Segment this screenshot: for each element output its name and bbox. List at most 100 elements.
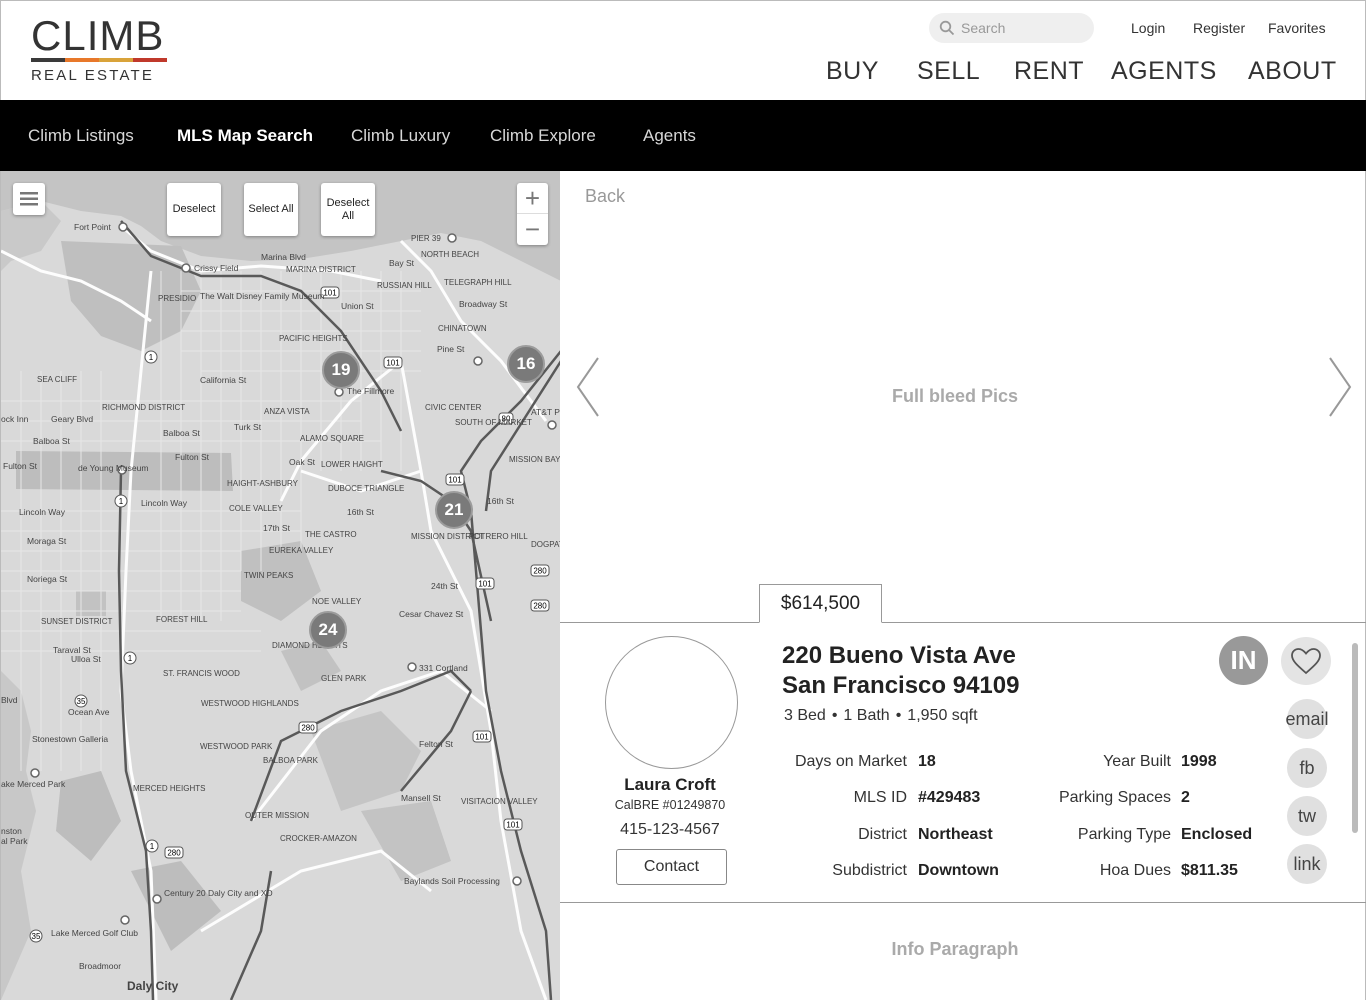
listing-cluster-marker[interactable]: 21 xyxy=(435,491,473,529)
listing-summary: Laura Croft CalBRE #01249870 415-123-456… xyxy=(560,622,1366,903)
share-email-button[interactable]: email xyxy=(1286,699,1329,739)
favorites-link[interactable]: Favorites xyxy=(1268,20,1326,36)
subnav-climb-explore[interactable]: Climb Explore xyxy=(490,126,596,146)
favorite-button[interactable] xyxy=(1281,637,1331,685)
nav-agents[interactable]: AGENTS xyxy=(1111,57,1217,86)
subnav-agents[interactable]: Agents xyxy=(643,126,696,146)
sub-navigation: Climb Listings MLS Map Search Climb Luxu… xyxy=(0,100,1366,171)
map-label: The Fillmore xyxy=(347,386,395,396)
logo[interactable]: CLIMB REAL ESTATE xyxy=(31,15,167,84)
map-label: Daly City xyxy=(127,979,179,993)
status-badge: IN xyxy=(1219,636,1268,685)
deselect-all-button[interactable]: Deselect All xyxy=(321,183,375,236)
deselect-button[interactable]: Deselect xyxy=(167,183,221,236)
map-label: Blvd xyxy=(1,695,18,705)
baths: 1 Bath xyxy=(843,707,890,724)
layers-menu-button[interactable] xyxy=(13,183,45,215)
map-label: Mansell St xyxy=(401,793,441,803)
map-label: Felton St xyxy=(419,739,454,749)
fact-value: 1998 xyxy=(1181,753,1217,770)
fact-label: Parking Spaces xyxy=(1058,789,1171,806)
map-label: Lake Merced Golf Club xyxy=(51,928,138,938)
map-label: California St xyxy=(200,375,247,385)
detail-scrollbar[interactable] xyxy=(1352,643,1358,833)
map-label: Balboa St xyxy=(163,428,200,438)
agent-avatar xyxy=(605,636,738,769)
map-label: ANZA VISTA xyxy=(264,407,310,416)
map-label: Pine St xyxy=(437,344,465,354)
site-header: CLIMB REAL ESTATE Login Register Favorit… xyxy=(0,0,1366,100)
map-label: THE CASTRO xyxy=(305,530,357,539)
map-canvas[interactable]: 101 101 101 101 101 101 1 1 1 1 280 280 … xyxy=(1,171,560,1000)
map-label: Broadway St xyxy=(459,299,508,309)
login-link[interactable]: Login xyxy=(1131,20,1165,36)
svg-text:280: 280 xyxy=(167,849,181,858)
map-label: PACIFIC HEIGHTS xyxy=(279,334,348,343)
fact-label: Year Built xyxy=(1103,753,1171,770)
map-label: DOGPATCH xyxy=(531,540,560,549)
map-label: de Young Museum xyxy=(78,463,148,473)
listing-specs: 3 Bed • 1 Bath • 1,950 sqft xyxy=(784,707,978,724)
listing-cluster-marker[interactable]: 16 xyxy=(507,345,545,383)
map-label: CHINATOWN xyxy=(438,324,487,333)
map-label: Cesar Chavez St xyxy=(399,609,464,619)
zoom-in-button[interactable]: + xyxy=(517,183,548,214)
register-link[interactable]: Register xyxy=(1193,20,1245,36)
svg-text:280: 280 xyxy=(301,724,315,733)
agent-phone[interactable]: 415-123-4567 xyxy=(600,821,740,839)
info-paragraph-placeholder: Info Paragraph xyxy=(891,939,1019,959)
map-label: 24th St xyxy=(431,581,459,591)
map-label: Ocean Ave xyxy=(68,707,110,717)
map-label: EUREKA VALLEY xyxy=(269,546,334,555)
listing-cluster-marker[interactable]: 24 xyxy=(309,611,347,649)
select-all-button[interactable]: Select All xyxy=(244,183,298,236)
fact-value: Northeast xyxy=(918,826,993,843)
address-line-1: 220 Bueno Vista Ave xyxy=(782,642,1016,669)
map-view[interactable]: 101 101 101 101 101 101 1 1 1 1 280 280 … xyxy=(0,171,560,1000)
search-icon xyxy=(939,20,955,36)
listing-cluster-marker[interactable]: 19 xyxy=(322,351,360,389)
share-link-button[interactable]: link xyxy=(1287,844,1327,884)
subnav-climb-luxury[interactable]: Climb Luxury xyxy=(351,126,450,146)
map-label: Century 20 Daly City and XD xyxy=(164,888,273,898)
listing-detail-panel: Back Full bleed Pics $614,500 Laura Crof… xyxy=(560,171,1366,1000)
nav-sell[interactable]: SELL xyxy=(917,57,980,86)
search-input[interactable] xyxy=(961,20,1091,36)
share-facebook-button[interactable]: fb xyxy=(1287,748,1327,788)
nav-buy[interactable]: BUY xyxy=(826,57,879,86)
nav-about[interactable]: ABOUT xyxy=(1248,57,1337,86)
zoom-out-button[interactable]: − xyxy=(517,214,548,245)
back-link[interactable]: Back xyxy=(585,186,625,207)
photo-gallery-placeholder: Full bleed Pics xyxy=(891,386,1019,406)
next-photo-arrow[interactable] xyxy=(1324,356,1354,418)
hwy-shield: 101 xyxy=(323,289,337,298)
map-label: NORTH BEACH xyxy=(421,250,479,259)
svg-text:1: 1 xyxy=(150,842,155,851)
nav-rent[interactable]: RENT xyxy=(1014,57,1084,86)
svg-text:280: 280 xyxy=(533,602,547,611)
map-label: nston xyxy=(1,826,22,836)
map-label: NOE VALLEY xyxy=(312,597,362,606)
map-label: Geary Blvd xyxy=(51,414,93,424)
map-label: WESTWOOD PARK xyxy=(200,742,273,751)
subnav-mls-map-search[interactable]: MLS Map Search xyxy=(177,126,313,146)
map-label: Fulton St xyxy=(175,452,210,462)
subnav-climb-listings[interactable]: Climb Listings xyxy=(28,126,134,146)
map-label: POTRERO HILL xyxy=(469,532,528,541)
listing-address: 220 Bueno Vista Ave San Francisco 94109 xyxy=(782,641,1019,701)
agent-name: Laura Croft xyxy=(624,775,716,794)
svg-text:280: 280 xyxy=(533,567,547,576)
search-box[interactable] xyxy=(929,13,1094,43)
map-label: HAIGHT-ASHBURY xyxy=(227,479,299,488)
share-twitter-button[interactable]: tw xyxy=(1287,796,1327,836)
map-label: Broadmoor xyxy=(79,961,121,971)
svg-text:35: 35 xyxy=(77,697,86,706)
hwy-shield: 101 xyxy=(506,821,520,830)
map-label: ake Merced Park xyxy=(1,779,66,789)
map-label: TWIN PEAKS xyxy=(244,571,293,580)
fact-value: #429483 xyxy=(918,789,981,806)
beds: 3 Bed xyxy=(784,707,826,724)
fact-value: Enclosed xyxy=(1181,826,1253,843)
hwy-shield: 101 xyxy=(478,580,492,589)
contact-button[interactable]: Contact xyxy=(616,849,727,885)
